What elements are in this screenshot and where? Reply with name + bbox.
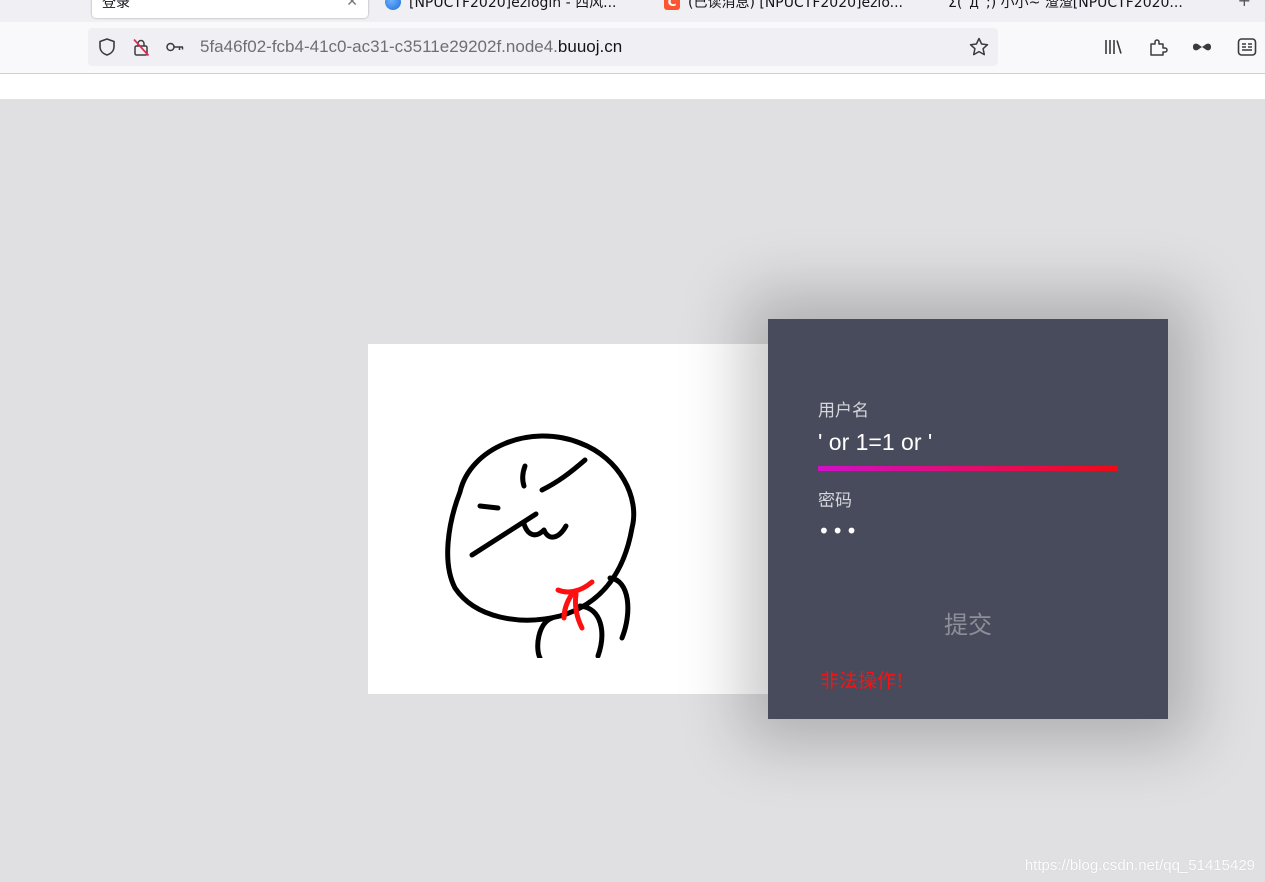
url-text[interactable]: 5fa46f02-fcb4-41c0-ac31-c3511e29202f.nod… (200, 37, 622, 57)
tab-title: Σ(ﾟдﾟ;) 小小~ 渣渣[NPUCTF2020... (948, 0, 1183, 11)
password-input[interactable]: ••• (818, 519, 1118, 553)
tracking-protection-shield-icon[interactable] (97, 37, 117, 57)
username-underline (818, 466, 1118, 471)
error-message: 非法操作! (820, 670, 904, 692)
submit-button[interactable]: 提交 (918, 602, 1018, 642)
tab-strip: ˅ 登录 ✕ [NPUCTF2020]ezlogin - 西风... C (已读… (0, 0, 1265, 22)
image-card (368, 344, 778, 694)
navigation-toolbar: 5fa46f02-fcb4-41c0-ac31-c3511e29202f.nod… (0, 22, 1265, 74)
tab-title: 登录 (102, 0, 130, 11)
globe-icon (385, 0, 401, 10)
url-prefix: 5fa46f02-fcb4-41c0-ac31-c3511e29202f.nod… (200, 37, 558, 56)
watermark: https://blog.csdn.net/qq_51415429 (1024, 857, 1255, 874)
close-tab-icon[interactable]: ✕ (346, 0, 358, 10)
library-icon[interactable] (1102, 36, 1124, 58)
tab-title: [NPUCTF2020]ezlogin - 西风... (409, 0, 617, 11)
bookmark-star-icon[interactable] (968, 36, 990, 58)
csdn-icon: C (664, 0, 680, 10)
url-bar[interactable]: 5fa46f02-fcb4-41c0-ac31-c3511e29202f.nod… (88, 28, 998, 66)
new-tab-button[interactable]: + (1238, 0, 1251, 10)
login-panel: 用户名 密码 ••• 提交 非法操作! (768, 319, 1168, 719)
tab-active[interactable]: 登录 ✕ (92, 0, 368, 18)
smirking-stickman-image (445, 433, 637, 658)
tab-writeup-3[interactable]: Σ(ﾟдﾟ;) 小小~ 渣渣[NPUCTF2020... (948, 0, 1183, 18)
url-host: buuoj.cn (557, 37, 623, 56)
tab-title: (已读消息) [NPUCTF2020]ezlo... (688, 0, 903, 11)
private-browsing-icon[interactable] (1191, 36, 1213, 58)
reader-view-icon[interactable] (1236, 36, 1258, 58)
username-input[interactable] (818, 425, 1118, 459)
extensions-icon[interactable] (1147, 36, 1169, 58)
username-label: 用户名 (818, 401, 869, 421)
key-icon[interactable] (165, 37, 185, 57)
tab-writeup-1[interactable]: [NPUCTF2020]ezlogin - 西风... (385, 0, 616, 18)
password-label: 密码 (818, 491, 852, 511)
tab-list-icon[interactable]: ˅ (58, 0, 65, 7)
page-top-strip (0, 74, 1265, 99)
tab-csdn[interactable]: C (已读消息) [NPUCTF2020]ezlo... (664, 0, 903, 18)
insecure-connection-lock-icon[interactable] (131, 37, 151, 57)
